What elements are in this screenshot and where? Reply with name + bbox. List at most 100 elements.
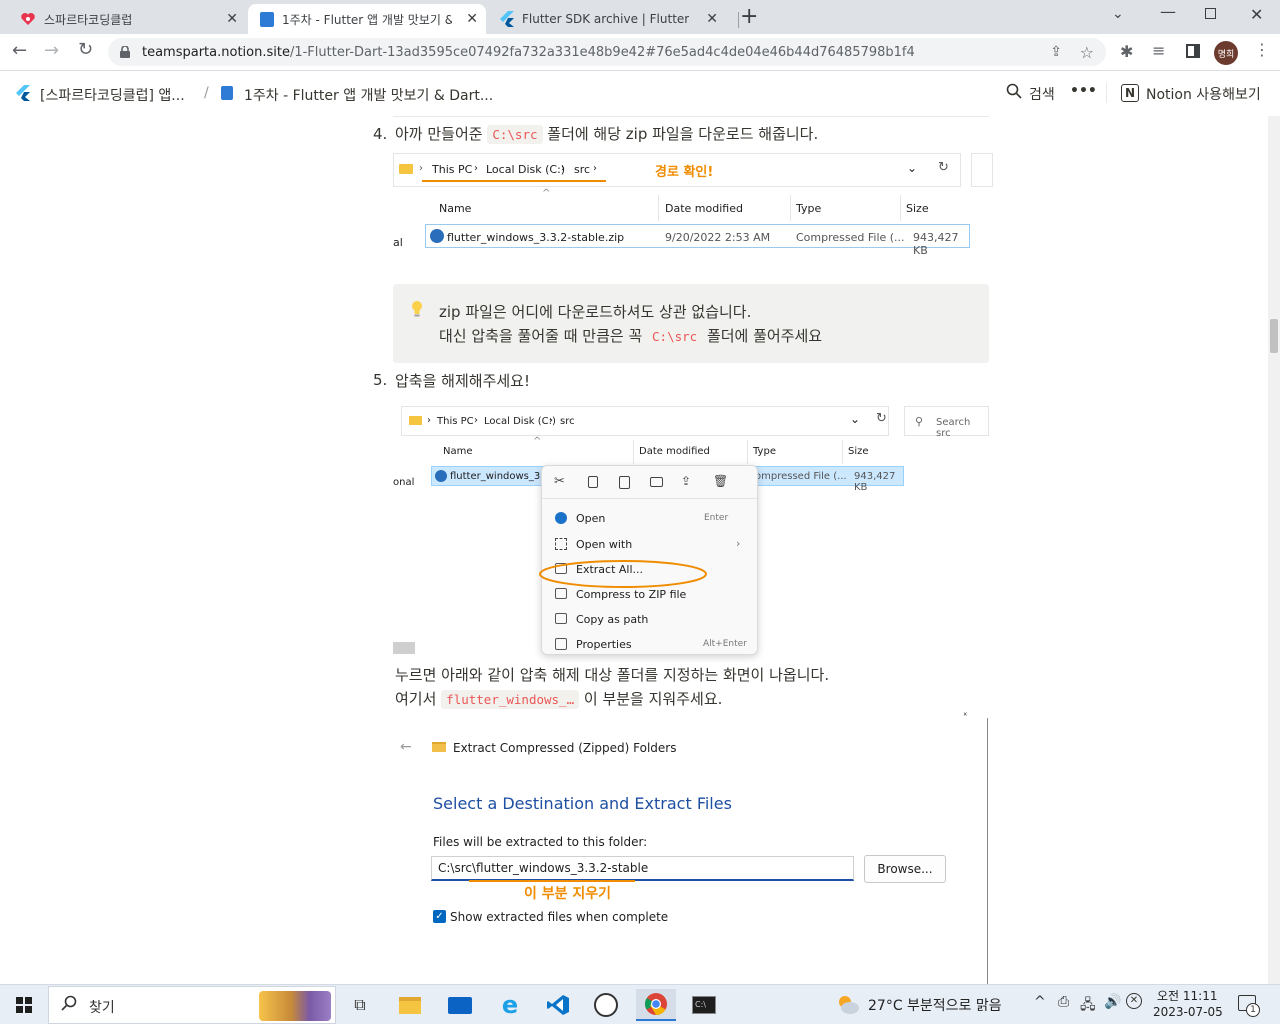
page-scrollbar[interactable]	[1268, 116, 1280, 984]
tab-flutter-sdk[interactable]: Flutter SDK archive | Flutter ✕	[488, 4, 726, 34]
step-4-text-a: 아까 만들어준	[395, 125, 488, 143]
restore-button[interactable]	[1205, 8, 1216, 19]
try-notion-button[interactable]: Notion 사용해보기	[1146, 84, 1261, 104]
avatar[interactable]: 명희	[1214, 41, 1238, 65]
flutter-favicon-icon	[500, 11, 514, 30]
back-icon[interactable]: ←	[12, 40, 27, 61]
tab-flutter-notion[interactable]: 1주차 - Flutter 앱 개발 맛보기 & D ✕	[248, 4, 486, 34]
minimize-button[interactable]: —	[1160, 2, 1176, 21]
volume-icon[interactable]: 🔊	[1104, 994, 1121, 1010]
scrollbar-thumb[interactable]	[1270, 319, 1278, 353]
extensions-icon[interactable]: ✱	[1120, 42, 1133, 61]
notification-count-badge: 1	[1246, 1003, 1260, 1017]
bookmark-star-icon[interactable]: ☆	[1080, 43, 1094, 62]
close-icon[interactable]: ✕	[466, 11, 478, 27]
vscode-icon[interactable]	[538, 989, 578, 1021]
col-divider	[842, 440, 843, 464]
browse-button[interactable]: Browse...	[864, 855, 946, 883]
chrome-menu-icon[interactable]: ⋮	[1254, 40, 1270, 59]
file-type: Compressed File (...	[796, 231, 905, 244]
dialog-right-edge	[987, 718, 988, 984]
github-desktop-icon[interactable]	[586, 989, 626, 1021]
close-icon[interactable]: ✕	[706, 11, 718, 27]
crumb-local-disk: Local Disk (C:)	[486, 163, 566, 176]
new-tab-button[interactable]: +	[740, 4, 758, 29]
forward-icon[interactable]: →	[44, 40, 59, 61]
side-label: onal	[393, 477, 415, 488]
internet-explorer-icon[interactable]: e	[490, 989, 530, 1021]
search-button[interactable]: 검색	[1029, 84, 1055, 104]
folder-icon	[399, 164, 413, 174]
crumb-chevron-icon: ›	[561, 163, 565, 174]
show-files-checkbox[interactable]: ✓	[433, 910, 446, 923]
media-control-icon[interactable]: ≡	[1152, 41, 1165, 60]
tab-search-chevron-icon[interactable]: ⌄	[1112, 6, 1124, 22]
close-window-button[interactable]: ✕	[1250, 5, 1263, 24]
search-box: ⚲ Search src	[904, 406, 989, 439]
zip-folder-icon	[432, 742, 446, 752]
clock-date[interactable]: 2023-07-05	[1153, 1005, 1223, 1019]
menu-item-properties[interactable]: Properties Alt+Enter	[542, 635, 757, 654]
weather-text[interactable]: 27°C 부분적으로 맑음	[868, 995, 1002, 1015]
rename-icon	[650, 477, 663, 487]
file-explorer-icon[interactable]	[390, 989, 430, 1021]
chrome-icon[interactable]	[636, 989, 676, 1021]
col-type: Type	[796, 202, 822, 215]
taskbar-search-box[interactable]: 찾기	[48, 986, 336, 1024]
folder-icon	[409, 416, 422, 425]
col-date: Date modified	[639, 446, 710, 457]
more-button[interactable]: •••	[1070, 83, 1097, 99]
breadcrumb-parent[interactable]: [스파르타코딩클럽] 앱...	[40, 85, 185, 105]
inline-code: flutter_windows_…	[441, 690, 580, 709]
paragraph-1: 누르면 아래와 같이 압축 해제 대상 폴더를 지정하는 화면이 나옵니다.	[395, 666, 830, 684]
share-icon[interactable]: ⇪	[1050, 44, 1062, 60]
col-size: Size	[906, 202, 929, 215]
share-icon: ⇪	[681, 474, 692, 488]
lock-icon	[120, 45, 130, 58]
page-content: 4. 아까 만들어준 C:\src 폴더에 해당 zip 파일을 다운로드 해줍…	[0, 116, 1268, 984]
crumb-chevron-icon: ›	[419, 163, 423, 174]
meet-icon[interactable]: ⎙	[1058, 994, 1069, 1010]
tab-sparta[interactable]: 스파르타코딩클럽 ✕	[8, 4, 246, 34]
menu-item-label: Open with	[576, 538, 633, 551]
step-5-text: 압축을 해제해주세요!	[395, 372, 530, 390]
tab-separator	[738, 12, 739, 28]
task-view-icon[interactable]: ⧉	[340, 989, 380, 1021]
back-arrow-icon: ←	[400, 739, 412, 755]
windows-taskbar: 찾기 ⧉ e C:\ 27°C 부분적으로 맑음 ^ ⎙ 🖧 🔊 ✕ 오전 11…	[0, 984, 1280, 1024]
network-icon[interactable]: 🖧	[1080, 994, 1096, 1018]
crumb-this-pc: This PC	[432, 163, 473, 176]
path-underline	[422, 180, 606, 182]
tab-title: 스파르타코딩클럽	[44, 12, 133, 27]
menu-item-open[interactable]: Open Enter	[542, 509, 757, 529]
side-panel-icon[interactable]	[1186, 44, 1200, 58]
clock-time[interactable]: 오전 11:11	[1157, 987, 1217, 1004]
menu-item-open-with[interactable]: Open with ›	[542, 535, 757, 555]
extract-dialog-screenshot: ˣ ← Extract Compressed (Zipped) Folders …	[393, 711, 989, 984]
path-underline	[469, 880, 635, 882]
tab-title: 1주차 - Flutter 앱 개발 맛보기 & D	[282, 12, 452, 27]
breadcrumb-current[interactable]: 1주차 - Flutter 앱 개발 맛보기 & Dart...	[244, 85, 493, 105]
zip-file-icon	[430, 229, 444, 243]
callout-line-2-a: 대신 압축을 풀어줄 때 만큼은 꼭	[439, 327, 648, 345]
terminal-icon[interactable]: C:\	[684, 989, 724, 1021]
chevron-up-icon[interactable]: ^	[1034, 994, 1046, 1010]
menu-shortcut: Enter	[704, 513, 729, 523]
weather-icon[interactable]	[836, 993, 860, 1015]
menu-divider	[542, 498, 757, 499]
explorer-screenshot-1: › This PC › Local Disk (C:) › src › 경로 확…	[393, 150, 993, 288]
mail-icon[interactable]	[440, 989, 480, 1021]
destination-path-input[interactable]: C:\src\flutter_windows_3.3.2-stable	[431, 856, 854, 881]
menu-item-copy-as-path[interactable]: Copy as path	[542, 610, 757, 630]
close-icon[interactable]: ✕	[226, 11, 238, 27]
address-bar[interactable]: teamsparta.notion.site/1-Flutter-Dart-13…	[108, 38, 1106, 66]
taskbar-search-placeholder: 찾기	[89, 1000, 115, 1016]
path-annotation: 경로 확인!	[655, 165, 714, 180]
callout-line-2: 대신 압축을 풀어줄 때 만큼은 꼭 C:\src 폴더에 풀어주세요	[439, 325, 822, 346]
windows-start-icon[interactable]	[16, 997, 32, 1017]
search-icon[interactable]	[1006, 83, 1022, 103]
tab-strip: 스파르타코딩클럽 ✕ 1주차 - Flutter 앱 개발 맛보기 & D ✕ …	[0, 0, 1280, 34]
search-placeholder: Search src	[936, 417, 971, 439]
reload-icon[interactable]: ↻	[78, 39, 93, 60]
ime-off-icon[interactable]: ✕	[1126, 993, 1142, 1009]
